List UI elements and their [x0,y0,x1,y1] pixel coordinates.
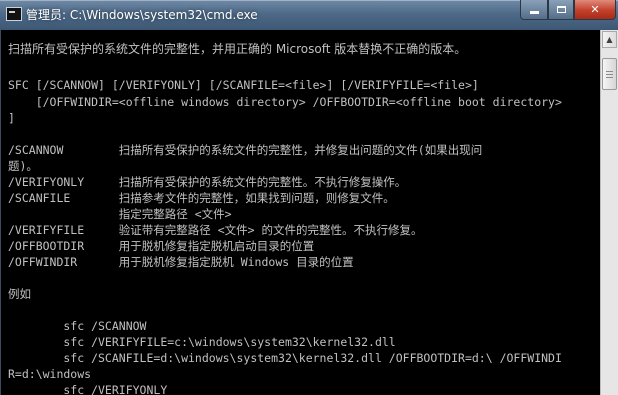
console-output[interactable]: 扫描所有受保护的系统文件的完整性，并用正确的 Microsoft 版本替换不正确… [0,30,601,395]
cmd-icon[interactable] [6,7,22,21]
scroll-up-button[interactable]: ▲ [602,31,617,48]
console-line: /VERIFYONLY 扫描所有受保护的系统文件的完整性。不执行修复操作。 [8,175,407,189]
console-line: /OFFWINDIR 用于脱机修复指定脱机 Windows 目录的位置 [8,255,354,269]
console-line: 指定完整路径 <文件> [8,207,232,221]
grip-line [606,77,613,78]
close-icon: ✕ [590,3,600,16]
console-line: 例如 [8,287,31,301]
console-line: sfc /VERIFYONLY [8,383,168,395]
console-line: 题)。 [8,159,38,173]
grip-line [606,71,613,72]
chevron-up-icon: ▲ [606,35,613,44]
minimize-icon [529,11,539,14]
console-line: /VERIFYFILE 验证带有完整路径 <文件> 的文件的完整性。不执行修复。 [8,223,423,237]
vertical-scrollbar[interactable]: ▲ [600,30,618,395]
console-line: sfc /SCANNOW [8,319,147,333]
console-line: /SCANFILE 扫描参考文件的完整性，如果找到问题，则修复文件。 [8,191,395,205]
console-line: /SCANNOW 扫描所有受保护的系统文件的完整性，并修复出问题的文件(如果出现… [8,143,483,157]
console-line: sfc /VERIFYFILE=c:\windows\system32\kern… [8,335,396,349]
console-line: /OFFBOOTDIR 用于脱机修复指定脱机启动目录的位置 [8,239,315,253]
close-button[interactable]: ✕ [574,0,616,20]
console-line: sfc /SCANFILE=d:\windows\system32\kernel… [8,351,562,365]
minimize-button[interactable] [520,0,548,20]
title-bar[interactable]: 管理员: C:\Windows\system32\cmd.exe ✕ [0,0,618,30]
maximize-icon [556,6,566,13]
grip-line [606,74,613,75]
console-line: [/OFFWINDIR=<offline windows directory> … [8,95,562,109]
window-title: 管理员: C:\Windows\system32\cmd.exe [26,8,258,22]
scrollbar-thumb[interactable] [602,58,617,90]
console-line: R=d:\windows [8,367,92,381]
console-line: SFC [/SCANNOW] [/VERIFYONLY] [/SCANFILE=… [8,78,479,92]
console-line: 扫描所有受保护的系统文件的完整性，并用正确的 Microsoft 版本替换不正确… [8,42,467,56]
console-line: ] [8,111,15,125]
maximize-button[interactable] [548,0,574,20]
